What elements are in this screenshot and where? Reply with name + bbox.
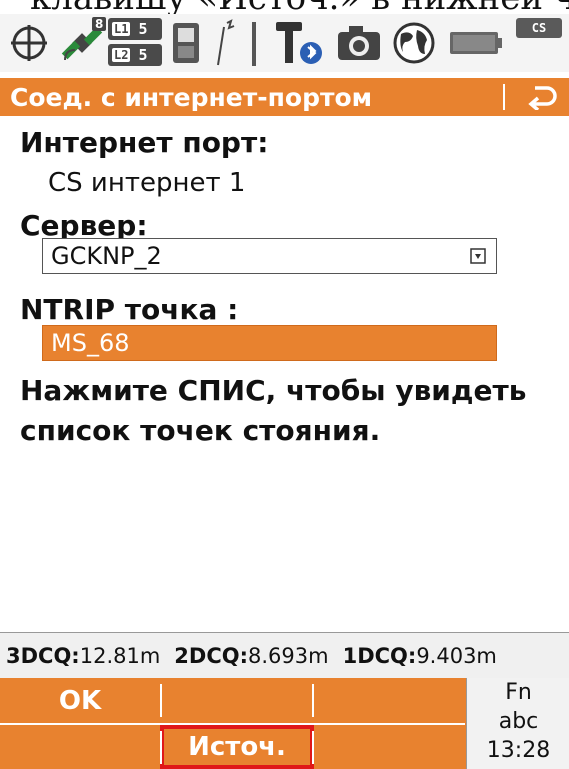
status-bar: 8 L1 5 L2 5 CS: [0, 14, 569, 72]
server-select[interactable]: GCKNP_2: [42, 238, 497, 274]
source-button[interactable]: Источ.: [160, 725, 314, 769]
softkey-separator: [312, 684, 314, 717]
softkey-f2[interactable]: [162, 678, 312, 723]
antenna-bluetooth-icon[interactable]: [272, 14, 328, 72]
softkey-separator: [160, 731, 162, 764]
l2-indicator: L2 5: [108, 44, 162, 66]
quality-2d: 2DCQ:8.693m: [174, 643, 329, 668]
dropdown-icon[interactable]: [470, 248, 486, 264]
internet-port-value: CS интернет 1: [48, 168, 246, 198]
internet-port-label: Интернет порт:: [20, 126, 269, 159]
satellite-count-badge: 8: [92, 17, 107, 31]
position-crosshair-icon[interactable]: [6, 14, 52, 72]
globe-icon[interactable]: [388, 14, 440, 72]
softkey-bar: OK Источ. Fn abc 13:28: [0, 678, 569, 769]
memory-device-icon[interactable]: [166, 14, 206, 72]
title-separator: [503, 84, 505, 110]
server-select-value: GCKNP_2: [51, 242, 162, 270]
title-bar: Соед. с интернет-портом: [0, 78, 569, 116]
ntrip-mountpoint-input[interactable]: MS_68: [42, 325, 497, 361]
data-link-icon[interactable]: [208, 14, 238, 72]
l1-indicator: L1 5: [108, 18, 162, 40]
softkey-separator: [160, 684, 162, 717]
clock-time: 13:28: [486, 738, 551, 763]
fn-label: Fn: [505, 680, 532, 705]
satellite-icon[interactable]: 8: [58, 14, 107, 72]
status-divider: [252, 22, 256, 66]
fn-status-panel[interactable]: Fn abc 13:28: [466, 678, 569, 769]
softkey-f4[interactable]: [0, 725, 160, 769]
softkey-separator: [312, 731, 314, 764]
cs-controller-badge: CS: [516, 18, 562, 38]
ntrip-mountpoint-value: MS_68: [51, 329, 130, 357]
hint-message: Нажмите СПИС, чтобы увидеть список точек…: [20, 374, 527, 447]
page-title: Соед. с интернет-портом: [10, 82, 373, 112]
softkey-f3[interactable]: [314, 678, 464, 723]
back-arrow-icon[interactable]: [520, 78, 564, 116]
softkey-row-divider: [0, 723, 465, 725]
form-content: Интернет порт: CS интернет 1 Сервер: GCK…: [0, 116, 569, 632]
input-mode: abc: [498, 709, 539, 734]
battery-icon[interactable]: [446, 14, 506, 72]
ntrip-label: NTRIP точка :: [20, 293, 239, 326]
quality-3d: 3DCQ:12.81m: [6, 643, 161, 668]
ok-button[interactable]: OK: [0, 678, 160, 723]
coordinate-quality-bar: 3DCQ:12.81m 2DCQ:8.693m 1DCQ:9.403m: [0, 632, 569, 678]
camera-icon[interactable]: [332, 14, 386, 72]
softkey-f6[interactable]: [316, 725, 464, 769]
quality-1d: 1DCQ:9.403m: [342, 643, 497, 668]
